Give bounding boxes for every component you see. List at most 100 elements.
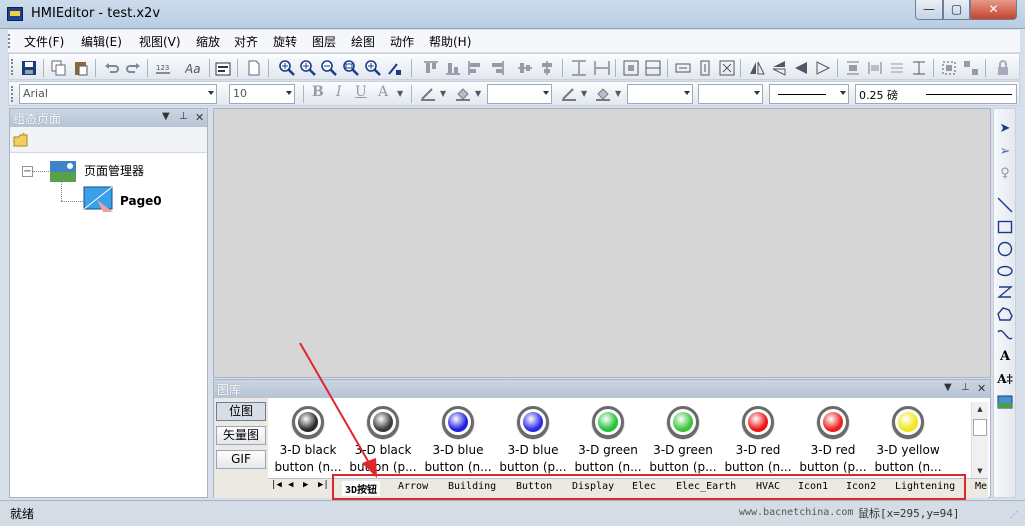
ellipse-tool-icon[interactable] — [997, 263, 1013, 279]
circle-tool-icon[interactable] — [997, 241, 1013, 257]
space-horizontal-icon[interactable] — [675, 60, 691, 76]
panel-close-icon[interactable]: ✕ — [977, 382, 986, 395]
pattern-select[interactable] — [627, 84, 693, 104]
fill-color-icon[interactable] — [455, 86, 471, 102]
send-back-icon[interactable] — [867, 60, 883, 76]
arrow-style-select[interactable] — [698, 84, 763, 104]
properties-icon[interactable] — [215, 60, 231, 76]
zoom-plus-icon[interactable] — [300, 60, 316, 76]
tree-page-label[interactable]: Page0 — [120, 194, 162, 208]
gallery-item[interactable]: 3-D green button (p... — [646, 406, 720, 478]
tree-collapse-toggle[interactable]: − — [22, 166, 33, 177]
align-right-icon[interactable] — [489, 60, 505, 76]
gallery-item[interactable]: 3-D black button (n... — [271, 406, 345, 478]
group-icon[interactable] — [941, 60, 957, 76]
font-size-select[interactable]: 10 — [229, 84, 295, 104]
category-bitmap-button[interactable]: 位图 — [216, 402, 266, 421]
first-tab-icon[interactable]: |◀ — [271, 480, 282, 490]
align-bottom-icon[interactable] — [445, 60, 461, 76]
maximize-button[interactable]: ▢ — [943, 0, 970, 20]
gradient-icon[interactable] — [561, 86, 577, 102]
zoom-in-icon[interactable] — [279, 60, 295, 76]
line-dash-select[interactable] — [769, 84, 849, 104]
chevron-down-icon[interactable]: ▼ — [581, 89, 587, 98]
align-center-h-icon[interactable] — [539, 60, 555, 76]
align-left-icon[interactable] — [467, 60, 483, 76]
align-center-v-icon[interactable] — [517, 60, 533, 76]
text-style-icon[interactable]: Aa — [185, 60, 201, 76]
gallery-item[interactable]: 3-D black button (p... — [346, 406, 420, 478]
save-icon[interactable] — [21, 60, 37, 76]
menubar-grip[interactable] — [8, 34, 11, 48]
bring-front-icon[interactable] — [845, 60, 861, 76]
page-manager-icon[interactable] — [50, 161, 76, 182]
pin-icon[interactable]: ⊥ — [179, 111, 188, 122]
gallery-item[interactable]: 3-D blue button (p... — [496, 406, 570, 478]
same-height-icon[interactable] — [571, 60, 587, 76]
menu-edit[interactable]: 编辑(E) — [81, 33, 122, 50]
scroll-thumb[interactable] — [973, 419, 987, 436]
polyline-tool-icon[interactable] — [997, 284, 1013, 300]
node-pointer-icon[interactable]: ➢ — [997, 144, 1013, 160]
bold-icon[interactable]: B — [312, 84, 324, 100]
chevron-down-icon[interactable]: ▼ — [615, 89, 621, 98]
menu-rotate[interactable]: 旋转 — [273, 33, 297, 50]
menu-action[interactable]: 动作 — [390, 33, 414, 50]
resize-grip-icon[interactable]: ⋰ — [1010, 510, 1018, 519]
menu-file[interactable]: 文件(F) — [24, 33, 64, 50]
rotate-right-icon[interactable] — [815, 60, 831, 76]
pan-icon[interactable] — [387, 60, 403, 76]
gallery-item[interactable]: 3-D red button (p... — [796, 406, 870, 478]
menu-view[interactable]: 视图(V) — [139, 33, 181, 50]
next-tab-icon[interactable]: ▶ — [303, 480, 308, 490]
minimize-button[interactable]: — — [915, 0, 943, 20]
chevron-down-icon[interactable]: ▼ — [475, 89, 481, 98]
italic-icon[interactable]: I — [336, 84, 342, 100]
font-color-icon[interactable]: A — [378, 84, 388, 100]
gallery-item[interactable]: 3-D red button (n... — [721, 406, 795, 478]
gallery-item[interactable]: 3-D yellow button (n... — [871, 406, 945, 478]
gallery-scrollbar[interactable]: ▲ ▼ — [971, 402, 988, 478]
gallery-item[interactable]: 3-D blue button (n... — [421, 406, 495, 478]
app-icon[interactable] — [7, 7, 23, 21]
menu-align[interactable]: 对齐 — [234, 33, 258, 50]
prev-tab-icon[interactable]: ◀ — [288, 480, 293, 490]
forward-icon[interactable] — [889, 60, 905, 76]
tree-root-label[interactable]: 页面管理器 — [84, 162, 144, 179]
design-canvas[interactable] — [213, 108, 991, 378]
gallery-item[interactable]: 3-D green button (n... — [571, 406, 645, 478]
new-folder-icon[interactable] — [13, 132, 29, 148]
menu-help[interactable]: 帮助(H) — [429, 33, 471, 50]
panel-menu-icon[interactable]: ▼ — [162, 111, 170, 122]
menu-layer[interactable]: 图层 — [312, 33, 336, 50]
line-tool-icon[interactable] — [997, 197, 1013, 213]
new-page-icon[interactable] — [246, 60, 262, 76]
dynamic-text-tool-icon[interactable]: A‡ — [997, 371, 1013, 387]
scroll-down-icon[interactable]: ▼ — [972, 464, 988, 478]
image-tool-icon[interactable] — [997, 394, 1013, 410]
number-icon[interactable]: 123 — [155, 60, 171, 76]
menu-draw[interactable]: 绘图 — [351, 33, 375, 50]
center-horizontal-icon[interactable] — [623, 60, 639, 76]
pattern-icon[interactable] — [595, 86, 611, 102]
zoom-out-icon[interactable] — [321, 60, 337, 76]
last-tab-icon[interactable]: ▶| — [318, 480, 329, 490]
ungroup-icon[interactable] — [963, 60, 979, 76]
backward-icon[interactable] — [911, 60, 927, 76]
zoom-actual-icon[interactable] — [365, 60, 381, 76]
paste-icon[interactable] — [73, 60, 89, 76]
toolbar-grip[interactable] — [11, 86, 14, 102]
category-gif-button[interactable]: GIF — [216, 450, 266, 469]
line-style-select[interactable] — [487, 84, 552, 104]
center-vertical-icon[interactable] — [645, 60, 661, 76]
line-color-icon[interactable] — [420, 86, 436, 102]
underline-icon[interactable]: U — [355, 84, 367, 100]
zoom-fit-icon[interactable] — [343, 60, 359, 76]
panel-menu-icon[interactable]: ▼ — [944, 382, 952, 393]
space-vertical-icon[interactable] — [697, 60, 713, 76]
category-vector-button[interactable]: 矢量图 — [216, 426, 266, 445]
panel-close-icon[interactable]: ✕ — [195, 111, 204, 124]
scroll-up-icon[interactable]: ▲ — [972, 402, 988, 416]
align-top-icon[interactable] — [423, 60, 439, 76]
redo-icon[interactable] — [125, 60, 141, 76]
